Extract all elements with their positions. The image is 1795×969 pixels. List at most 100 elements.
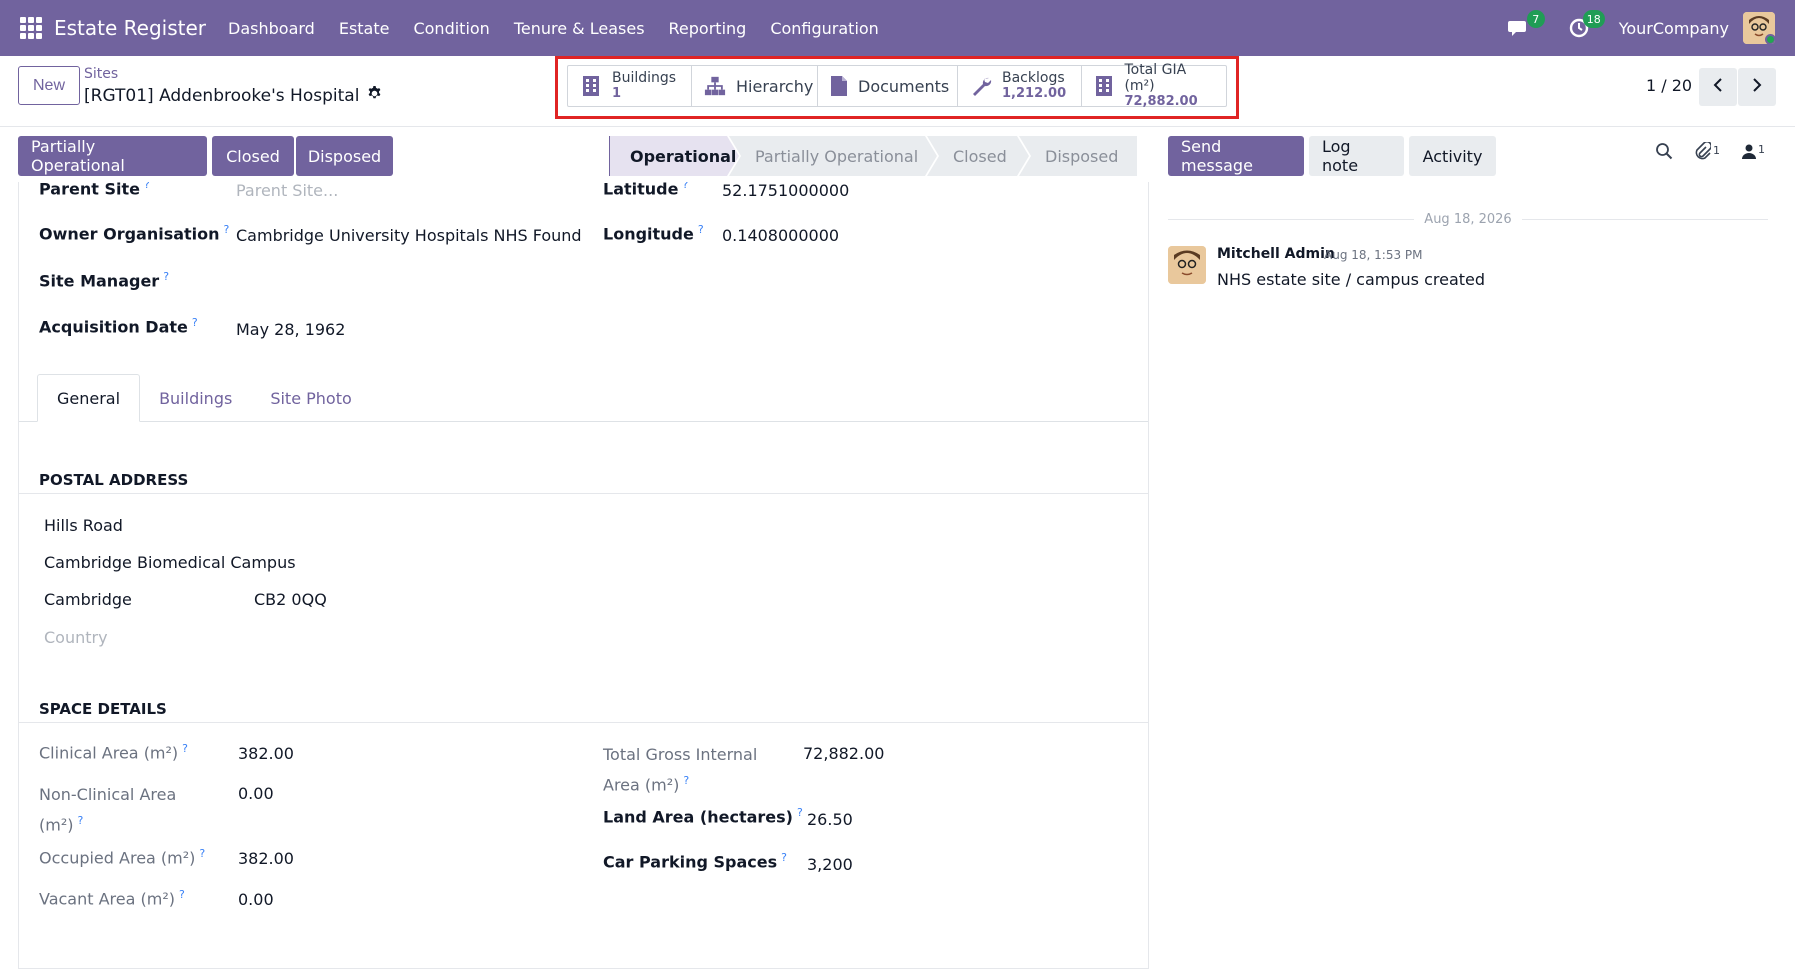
pager-previous-button[interactable] [1699, 68, 1737, 106]
street2-field[interactable]: Cambridge Biomedical Campus [44, 553, 296, 572]
clinical-area-label: Clinical Area (m²) [39, 743, 179, 763]
clinical-area-field[interactable]: 382.00 [238, 744, 294, 763]
non-clinical-area-label-line1: Non-Clinical Area [39, 785, 177, 804]
activity-clock-icon[interactable]: 18 [1565, 10, 1605, 42]
stage-partially-operational[interactable]: Partially Operational [729, 136, 937, 176]
help-icon[interactable]: ? [192, 316, 198, 329]
non-clinical-area-field[interactable]: 0.00 [238, 784, 274, 803]
partially-operational-button[interactable]: Partially Operational [18, 136, 207, 176]
country-field[interactable]: Country [44, 628, 108, 647]
section-divider [19, 722, 1148, 723]
pager-next-button[interactable] [1738, 68, 1776, 106]
longitude-field[interactable]: 0.1408000000 [722, 226, 839, 245]
gear-icon[interactable] [367, 86, 382, 106]
help-icon[interactable]: ? [224, 223, 230, 236]
author-avatar[interactable] [1168, 246, 1206, 284]
total-gia-value: 72,882.00 [1124, 94, 1198, 109]
occupied-area-label: Occupied Area (m²) [39, 848, 196, 868]
hierarchy-smart-button[interactable]: Hierarchy [692, 66, 818, 106]
record-title: [RGT01] Addenbrooke's Hospital [84, 86, 360, 106]
menu-dashboard[interactable]: Dashboard [216, 19, 327, 38]
disposed-button[interactable]: Disposed [296, 136, 393, 176]
tab-site-photo[interactable]: Site Photo [251, 374, 370, 422]
breadcrumb-current: [RGT01] Addenbrooke's Hospital [84, 86, 382, 106]
menu-estate[interactable]: Estate [327, 19, 402, 38]
breadcrumb-parent[interactable]: Sites [84, 66, 118, 82]
app-brand[interactable]: Estate Register [54, 16, 206, 40]
latitude-field[interactable]: 52.1751000000 [722, 182, 849, 200]
wrench-icon [970, 75, 992, 97]
pager-value[interactable]: 1 / 20 [1646, 76, 1692, 95]
help-icon[interactable]: ? [781, 851, 787, 864]
total-gia-field: 72,882.00 [803, 744, 885, 763]
control-panel: New Sites [RGT01] Addenbrooke's Hospital… [0, 56, 1795, 127]
owner-organisation-row: Owner Organisation? [39, 223, 229, 243]
car-parking-label: Car Parking Spaces [603, 852, 778, 872]
activities-badge: 18 [1582, 10, 1605, 28]
message-author[interactable]: Mitchell Admin [1217, 246, 1335, 262]
search-icon[interactable] [1655, 142, 1673, 164]
chevron-left-icon [1712, 77, 1724, 97]
user-avatar[interactable] [1743, 12, 1775, 44]
help-icon[interactable]: ? [797, 806, 803, 819]
status-bar: Partially Operational Closed Disposed Op… [0, 128, 1795, 182]
document-icon [830, 75, 848, 97]
vacant-area-field[interactable]: 0.00 [238, 890, 274, 909]
total-gia-label-line1: Total Gross Internal [603, 745, 758, 764]
buildings-smart-button[interactable]: Buildings 1 [568, 66, 692, 106]
company-switcher[interactable]: YourCompany [1619, 19, 1729, 38]
land-area-field[interactable]: 26.50 [807, 810, 853, 829]
backlogs-smart-button[interactable]: Backlogs 1,212.00 [958, 66, 1082, 106]
help-icon[interactable]: ? [77, 814, 83, 827]
help-icon[interactable]: ? [179, 888, 185, 901]
menu-reporting[interactable]: Reporting [657, 19, 759, 38]
parent-site-label: Parent Site [39, 182, 140, 199]
car-parking-field[interactable]: 3,200 [807, 855, 853, 874]
send-message-button[interactable]: Send message [1168, 136, 1304, 176]
chatter-panel: Aug 18, 2026 Mitchell Admin Aug 18, 1:53… [1150, 182, 1795, 969]
attachments-button[interactable]: 1 [1695, 140, 1720, 164]
site-manager-field[interactable] [236, 268, 581, 292]
backlogs-label: Backlogs [1002, 70, 1065, 86]
stage-operational[interactable]: Operational [609, 136, 739, 176]
zip-field[interactable]: CB2 0QQ [254, 590, 327, 609]
stage-closed[interactable]: Closed [927, 136, 1029, 176]
help-icon[interactable]: ? [144, 182, 150, 191]
help-icon[interactable]: ? [683, 774, 689, 787]
building-icon [1094, 75, 1114, 97]
section-divider [19, 493, 1148, 494]
backlogs-value: 1,212.00 [1002, 86, 1067, 101]
new-button[interactable]: New [18, 66, 80, 105]
space-details-title: SPACE DETAILS [39, 700, 167, 718]
help-icon[interactable]: ? [163, 270, 169, 283]
menu-condition[interactable]: Condition [401, 19, 501, 38]
user-icon [1742, 144, 1756, 163]
help-icon[interactable]: ? [698, 223, 704, 236]
help-icon[interactable]: ? [182, 742, 188, 755]
acquisition-date-field[interactable]: May 28, 1962 [236, 320, 345, 339]
activity-button[interactable]: Activity [1409, 136, 1496, 176]
street-field[interactable]: Hills Road [44, 516, 123, 535]
menu-configuration[interactable]: Configuration [758, 19, 891, 38]
log-note-button[interactable]: Log note [1309, 136, 1404, 176]
chevron-right-icon [1751, 77, 1763, 97]
apps-menu-icon[interactable] [20, 17, 42, 39]
owner-organisation-field[interactable]: Cambridge University Hospitals NHS Found [236, 226, 581, 245]
tab-buildings[interactable]: Buildings [140, 374, 251, 422]
total-gia-smart-button[interactable]: Total GIA (m²) 72,882.00 [1082, 62, 1226, 109]
menu-tenure-leases[interactable]: Tenure & Leases [502, 19, 657, 38]
followers-button[interactable]: 1 [1742, 143, 1765, 163]
documents-smart-button[interactable]: Documents [818, 66, 958, 106]
help-icon[interactable]: ? [682, 182, 688, 191]
help-icon[interactable]: ? [199, 847, 205, 860]
occupied-area-field[interactable]: 382.00 [238, 849, 294, 868]
parent-site-input[interactable]: Parent Site... [236, 182, 338, 200]
messages-icon[interactable]: 7 [1505, 10, 1545, 42]
stage-disposed[interactable]: Disposed [1019, 136, 1137, 176]
closed-button[interactable]: Closed [212, 136, 294, 176]
city-field[interactable]: Cambridge [44, 590, 132, 609]
followers-count: 1 [1758, 143, 1765, 156]
tab-general[interactable]: General [37, 374, 141, 422]
smart-buttons: Buildings 1 Hierarchy Documents Backlogs… [567, 62, 1227, 109]
total-gia-label-line2: Area (m²) [603, 775, 680, 795]
